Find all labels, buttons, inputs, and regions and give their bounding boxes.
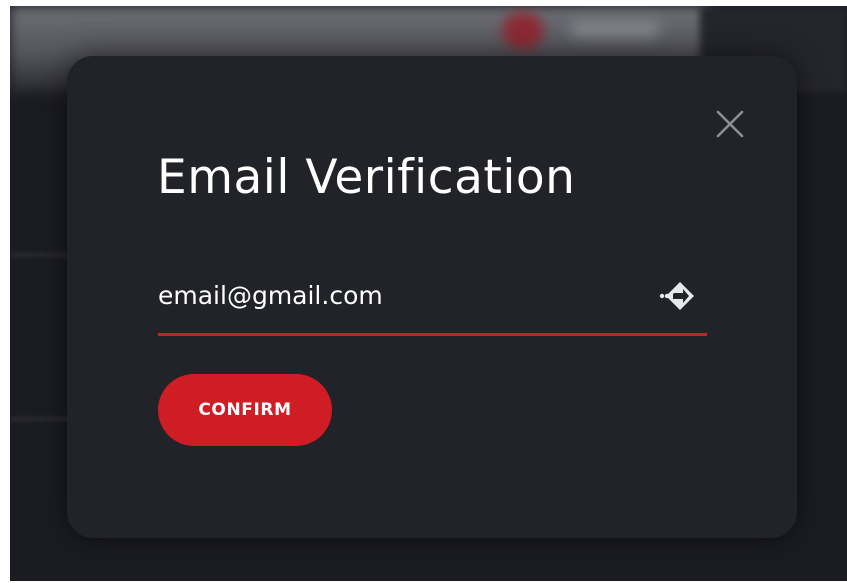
arrow-right-icon [659, 282, 694, 310]
email-verification-modal: Email Verification CONFIRM [67, 56, 797, 538]
close-icon [716, 110, 744, 138]
email-input[interactable] [158, 274, 638, 318]
close-button[interactable] [715, 109, 745, 139]
submit-arrow-button[interactable] [658, 278, 696, 314]
blurred-avatar [502, 12, 544, 50]
email-field [158, 274, 707, 336]
modal-title: Email Verification [157, 150, 576, 205]
blurred-username [570, 22, 660, 36]
confirm-button[interactable]: CONFIRM [158, 374, 332, 446]
